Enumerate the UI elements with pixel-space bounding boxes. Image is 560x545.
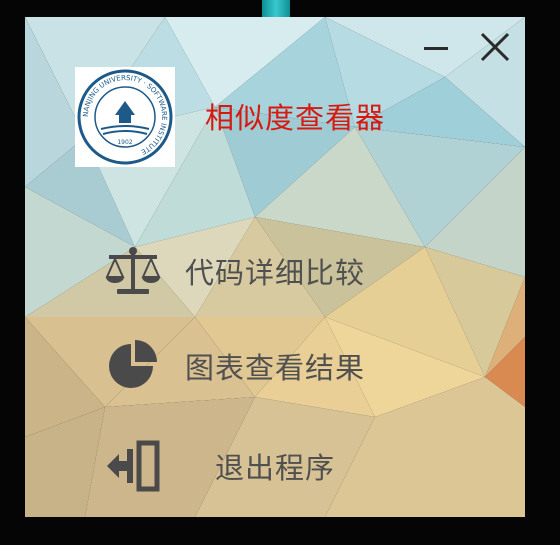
menu-item-label: 代码详细比较 xyxy=(185,256,366,290)
menu-item-exit[interactable]: 退出程序 xyxy=(103,435,403,497)
pie-chart-icon xyxy=(103,336,163,396)
exit-door-icon xyxy=(103,436,163,496)
menu-item-chart-results[interactable]: 图表查看结果 xyxy=(103,335,403,397)
menu-item-label: 退出程序 xyxy=(215,451,336,485)
close-button[interactable] xyxy=(477,29,513,65)
minimize-button[interactable] xyxy=(418,29,454,65)
minimize-icon xyxy=(424,47,448,50)
menu-item-label: 图表查看结果 xyxy=(185,351,366,385)
app-window: NANJING UNIVERSITY · SOFTWARE INSTITUTE … xyxy=(25,17,525,517)
svg-text:1902: 1902 xyxy=(117,139,132,146)
university-logo: NANJING UNIVERSITY · SOFTWARE INSTITUTE … xyxy=(75,67,175,167)
menu-item-code-compare[interactable]: 代码详细比较 xyxy=(103,240,403,302)
app-title: 相似度查看器 xyxy=(205,101,386,135)
close-icon xyxy=(480,32,510,62)
scale-icon xyxy=(103,241,163,301)
